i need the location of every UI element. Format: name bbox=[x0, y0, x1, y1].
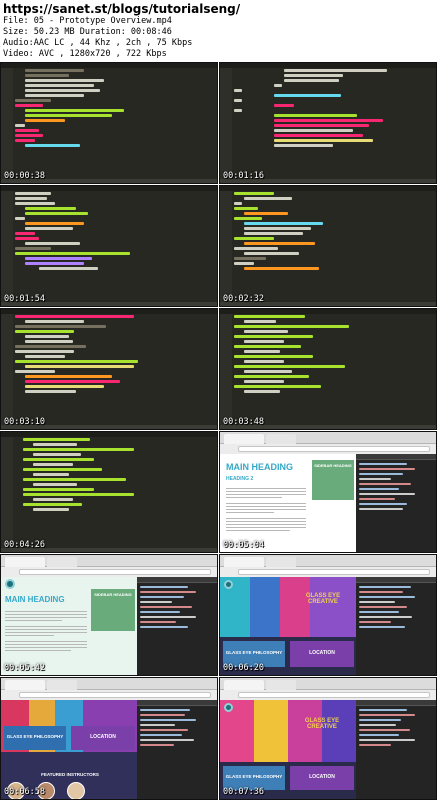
timestamp: 00:00:38 bbox=[4, 171, 45, 181]
timestamp: 00:06:20 bbox=[223, 663, 264, 673]
thumbnail-10[interactable]: GLASS EYE CREATIVE GLASS EYE PHILOSOPHY … bbox=[219, 554, 437, 676]
thumbnail-1[interactable]: 00:00:38 bbox=[0, 62, 218, 184]
featured-instructors: FEATURED INSTRUCTORS bbox=[41, 772, 99, 777]
thumbnail-9[interactable]: MAIN HEADING SIDEBAR HEADING 00:05:42 bbox=[0, 554, 218, 676]
location-tile: LOCATION bbox=[71, 726, 135, 750]
main-heading: MAIN HEADING bbox=[5, 595, 65, 604]
thumbnail-7[interactable]: 00:04:26 bbox=[0, 431, 218, 553]
video-info-header: https://sanet.st/blogs/tutorialseng/ Fil… bbox=[0, 0, 438, 62]
timestamp: 00:05:04 bbox=[223, 540, 264, 550]
instructor-avatar bbox=[67, 782, 85, 799]
thumbnail-3[interactable]: 00:01:54 bbox=[0, 185, 218, 307]
thumbnail-11[interactable]: GLASS EYE PHILOSOPHY LOCATION FEATURED I… bbox=[0, 677, 218, 800]
sidebar-heading: SIDEBAR HEADING bbox=[312, 460, 354, 500]
location-tile: LOCATION bbox=[290, 766, 354, 790]
timestamp: 00:03:10 bbox=[4, 417, 45, 427]
timestamp: 00:04:26 bbox=[4, 540, 45, 550]
hero-title: GLASS EYE CREATIVE bbox=[305, 593, 341, 605]
thumbnail-grid: 00:00:38 00:01:16 00:01:54 00:02:32 00:0… bbox=[0, 62, 438, 800]
hero-title: GLASS EYE CREATIVE bbox=[304, 718, 340, 730]
timestamp: 00:06:58 bbox=[4, 787, 45, 797]
main-heading: MAIN HEADING bbox=[226, 462, 293, 472]
thumbnail-6[interactable]: 00:03:48 bbox=[219, 308, 437, 430]
heading-2: HEADING 2 bbox=[226, 476, 254, 482]
thumbnail-4[interactable]: 00:02:32 bbox=[219, 185, 437, 307]
timestamp: 00:07:36 bbox=[223, 787, 264, 797]
thumbnail-2[interactable]: 00:01:16 bbox=[219, 62, 437, 184]
philosophy-tile: GLASS EYE PHILOSOPHY bbox=[4, 726, 66, 750]
file-size-duration: Size: 50.23 MB Duration: 00:08:46 bbox=[3, 27, 172, 37]
video-info: Video: AVC , 1280x720 , 722 Kbps bbox=[3, 49, 167, 59]
audio-info: Audio:AAC LC , 44 Khz , 2ch , 75 Kbps bbox=[3, 38, 193, 48]
timestamp: 00:01:54 bbox=[4, 294, 45, 304]
location-tile: LOCATION bbox=[290, 641, 354, 667]
timestamp: 00:01:16 bbox=[223, 171, 264, 181]
timestamp: 00:02:32 bbox=[223, 294, 264, 304]
sidebar-heading: SIDEBAR HEADING bbox=[91, 589, 135, 631]
thumbnail-8[interactable]: MAIN HEADING HEADING 2 SIDEBAR HEADING 0… bbox=[219, 431, 437, 553]
thumbnail-5[interactable]: 00:03:10 bbox=[0, 308, 218, 430]
timestamp: 00:03:48 bbox=[223, 417, 264, 427]
file-name: File: 05 - Prototype Overview.mp4 bbox=[3, 16, 172, 26]
source-url: https://sanet.st/blogs/tutorialseng/ bbox=[3, 2, 241, 16]
timestamp: 00:05:42 bbox=[4, 663, 45, 673]
thumbnail-12[interactable]: GLASS EYE CREATIVE GLASS EYE PHILOSOPHY … bbox=[219, 677, 437, 800]
